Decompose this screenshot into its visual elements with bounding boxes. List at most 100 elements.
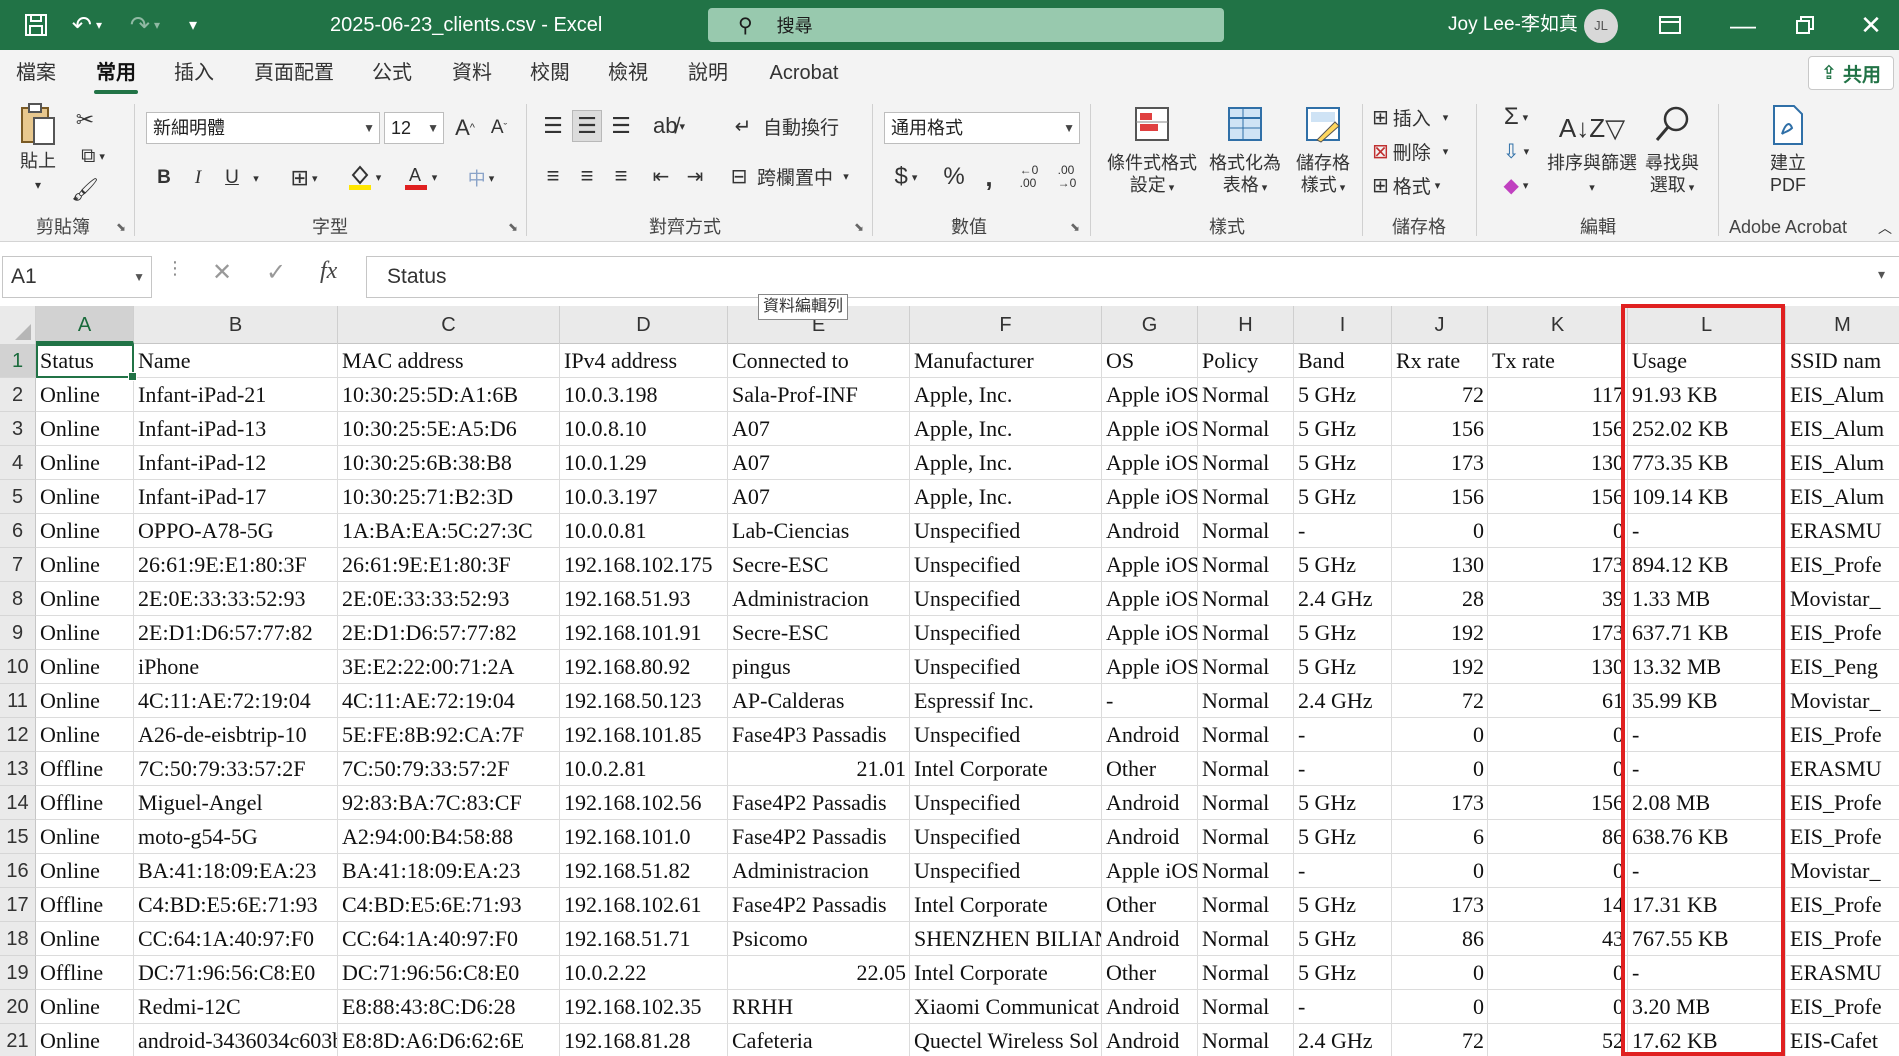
table-cell[interactable]: Apple, Inc. — [910, 480, 1102, 514]
user-name[interactable]: Joy Lee-李如真 — [1448, 0, 1578, 50]
avatar[interactable]: JL — [1584, 9, 1618, 43]
table-cell[interactable]: 0 — [1392, 752, 1488, 786]
number-format-select[interactable]: 通用格式 ▼ — [884, 112, 1080, 144]
table-cell[interactable]: Online — [36, 378, 134, 412]
format-as-table-button[interactable]: 格式化為 表格 ▾ — [1202, 104, 1288, 199]
close-icon[interactable]: ✕ — [1848, 0, 1894, 50]
align-bottom-icon[interactable]: ☰ — [606, 110, 636, 142]
table-cell[interactable]: 72 — [1392, 1024, 1488, 1056]
table-cell[interactable]: 0 — [1392, 718, 1488, 752]
table-cell[interactable]: 156 — [1488, 412, 1628, 446]
table-cell[interactable]: Online — [36, 922, 134, 956]
table-cell[interactable]: 156 — [1392, 412, 1488, 446]
table-cell[interactable]: Normal — [1198, 446, 1294, 480]
row-header[interactable]: 10 — [0, 650, 36, 684]
decrease-font-icon[interactable]: Aˇ — [484, 112, 514, 144]
row-header[interactable]: 18 — [0, 922, 36, 956]
table-cell[interactable]: 5 GHz — [1294, 922, 1392, 956]
table-cell[interactable]: Xiaomi Communicat — [910, 990, 1102, 1024]
table-cell[interactable]: 192.168.51.82 — [560, 854, 728, 888]
table-cell[interactable]: 2.4 GHz — [1294, 684, 1392, 718]
table-cell[interactable]: AP-Calderas — [728, 684, 910, 718]
table-cell[interactable]: 10.0.2.81 — [560, 752, 728, 786]
table-cell[interactable]: Normal — [1198, 990, 1294, 1024]
table-cell[interactable]: Administracion — [728, 582, 910, 616]
table-cell[interactable]: - — [1294, 752, 1392, 786]
header-cell[interactable]: Policy — [1198, 344, 1294, 378]
table-cell[interactable]: 173 — [1392, 888, 1488, 922]
table-cell[interactable]: 43 — [1488, 922, 1628, 956]
table-cell[interactable]: 26:61:9E:E1:80:3F — [134, 548, 338, 582]
header-cell[interactable]: Usage — [1628, 344, 1786, 378]
table-cell[interactable]: EIS-Cafet — [1786, 1024, 1899, 1056]
table-cell[interactable]: Other — [1102, 888, 1198, 922]
table-cell[interactable]: Fase4P2 Passadis — [728, 820, 910, 854]
table-cell[interactable]: Android — [1102, 990, 1198, 1024]
table-cell[interactable]: 5 GHz — [1294, 616, 1392, 650]
table-cell[interactable]: 22.05 — [728, 956, 910, 990]
header-cell[interactable]: Tx rate — [1488, 344, 1628, 378]
table-cell[interactable]: 1A:BA:EA:5C:27:3C — [338, 514, 560, 548]
table-cell[interactable]: Online — [36, 480, 134, 514]
create-pdf-button[interactable]: 建立 PDF — [1748, 104, 1828, 196]
table-cell[interactable]: Normal — [1198, 582, 1294, 616]
row-header[interactable]: 16 — [0, 854, 36, 888]
align-top-icon[interactable]: ☰ — [538, 110, 568, 142]
row-header[interactable]: 15 — [0, 820, 36, 854]
column-header-c[interactable]: C — [338, 306, 560, 344]
chevron-down-icon[interactable]: ▾ — [246, 162, 266, 194]
table-cell[interactable]: 117 — [1488, 378, 1628, 412]
table-cell[interactable]: Offline — [36, 786, 134, 820]
table-cell[interactable]: 109.14 KB — [1628, 480, 1786, 514]
column-header-f[interactable]: F — [910, 306, 1102, 344]
font-color-icon[interactable]: A ▾ — [396, 160, 444, 194]
table-cell[interactable]: Apple iOS — [1102, 582, 1198, 616]
table-cell[interactable]: Android — [1102, 718, 1198, 752]
spreadsheet-grid[interactable]: ABCDEFGHIJKLM 1 Status Name MAC address IPv4… — [0, 306, 1899, 1056]
table-cell[interactable]: 5E:FE:8B:92:CA:7F — [338, 718, 560, 752]
table-cell[interactable]: - — [1628, 514, 1786, 548]
decrease-decimal-icon[interactable]: .00 →0 — [1050, 160, 1084, 194]
tab-page-layout[interactable]: 頁面配置 — [252, 50, 336, 96]
table-cell[interactable]: Normal — [1198, 752, 1294, 786]
table-cell[interactable]: 2E:D1:D6:57:77:82 — [338, 616, 560, 650]
table-cell[interactable]: 21.01 — [728, 752, 910, 786]
table-cell[interactable]: 72 — [1392, 378, 1488, 412]
table-cell[interactable]: Apple iOS — [1102, 412, 1198, 446]
table-cell[interactable]: - — [1628, 854, 1786, 888]
row-header[interactable]: 19 — [0, 956, 36, 990]
table-cell[interactable]: Apple iOS — [1102, 446, 1198, 480]
table-cell[interactable]: 7C:50:79:33:57:2F — [134, 752, 338, 786]
percent-icon[interactable]: % — [938, 160, 970, 194]
table-cell[interactable]: A07 — [728, 412, 910, 446]
table-cell[interactable]: Other — [1102, 752, 1198, 786]
table-cell[interactable]: 91.93 KB — [1628, 378, 1786, 412]
undo-icon[interactable]: ↶ ▾ — [62, 0, 112, 50]
table-cell[interactable]: android-3436034c603b — [134, 1024, 338, 1056]
table-cell[interactable]: 192.168.102.35 — [560, 990, 728, 1024]
row-header[interactable]: 17 — [0, 888, 36, 922]
table-cell[interactable]: 1.33 MB — [1628, 582, 1786, 616]
align-middle-icon[interactable]: ☰ — [572, 110, 602, 142]
number-launcher-icon[interactable]: ⬊ — [1070, 220, 1080, 234]
header-cell[interactable]: Connected to — [728, 344, 910, 378]
table-cell[interactable]: 156 — [1488, 480, 1628, 514]
table-cell[interactable]: CC:64:1A:40:97:F0 — [338, 922, 560, 956]
tab-view[interactable]: 檢視 — [606, 50, 650, 96]
table-cell[interactable]: Android — [1102, 922, 1198, 956]
fill-color-icon[interactable]: ▾ — [340, 160, 388, 194]
clear-icon[interactable]: ◆ ▾ — [1494, 170, 1538, 200]
table-cell[interactable]: - — [1628, 718, 1786, 752]
column-header-b[interactable]: B — [134, 306, 338, 344]
table-cell[interactable]: ERASMU — [1786, 752, 1899, 786]
search-box[interactable]: ⚲ 搜尋 — [708, 8, 1224, 42]
table-cell[interactable]: Android — [1102, 786, 1198, 820]
table-cell[interactable]: Lab-Ciencias — [728, 514, 910, 548]
table-cell[interactable]: 10.0.0.81 — [560, 514, 728, 548]
table-cell[interactable]: Android — [1102, 514, 1198, 548]
table-cell[interactable]: Apple, Inc. — [910, 446, 1102, 480]
table-cell[interactable]: Intel Corporate — [910, 956, 1102, 990]
table-cell[interactable]: 13.32 MB — [1628, 650, 1786, 684]
table-cell[interactable]: Fase4P2 Passadis — [728, 786, 910, 820]
comma-style-icon[interactable]: , — [974, 160, 1004, 194]
